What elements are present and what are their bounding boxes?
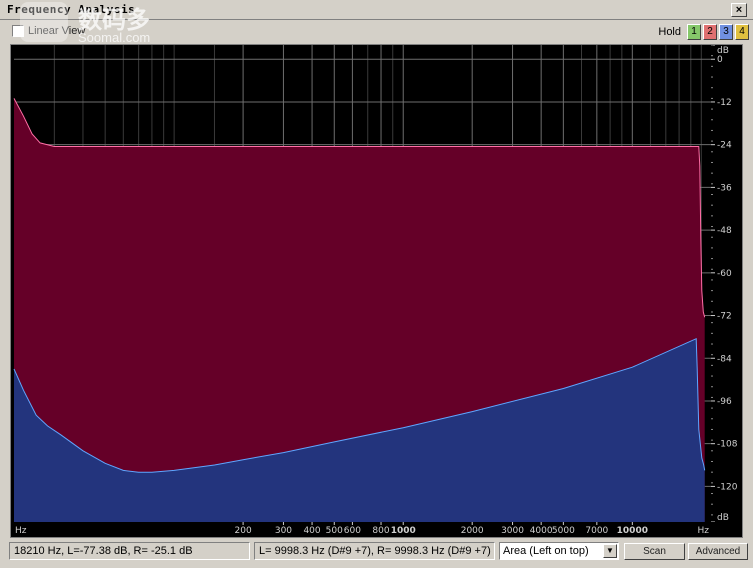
soomal-logo-icon [20, 2, 68, 42]
y-tick-label: -84 [717, 354, 732, 364]
y-tick-label: -24 [717, 141, 732, 151]
x-tick-label: 5000 [552, 526, 575, 536]
chevron-down-icon[interactable]: ▼ [603, 544, 617, 558]
close-button[interactable]: × [731, 3, 747, 17]
close-icon: × [735, 4, 743, 16]
x-tick-label: 1000 [391, 526, 416, 536]
watermark-en: Soomal.com [78, 30, 151, 45]
peak-readout: L= 9998.3 Hz (D#9 +7), R= 9998.3 Hz (D#9… [254, 542, 495, 560]
view-mode-value: Area (Left on top) [503, 545, 589, 557]
x-tick-label: 3000 [501, 526, 524, 536]
y-tick-label: -60 [717, 269, 732, 279]
y-axis-strip [711, 45, 742, 522]
y-tick-label: dB [717, 513, 729, 523]
watermark: 数码多 Soomal.com [20, 0, 170, 46]
spectrum-plot[interactable]: dB 0 -12 -24 -36 -48 -60 -72 -84 -96 -108 -120 dB Hz 2… [10, 44, 743, 538]
x-tick-label: Hz [15, 526, 27, 536]
y-tick-label: -12 [717, 98, 732, 108]
cursor-readout: 18210 Hz, L=-77.38 dB, R= -25.1 dB [9, 542, 250, 560]
x-tick-label: 7000 [585, 526, 608, 536]
x-tick-label: 800 [372, 526, 389, 536]
x-tick-label: 600 [344, 526, 361, 536]
hold-button-3[interactable]: 3 [719, 24, 733, 40]
hold-label: Hold [658, 26, 681, 38]
y-tick-label: 0 [717, 55, 723, 65]
y-tick-label: -72 [717, 312, 732, 322]
hold-button-1[interactable]: 1 [687, 24, 701, 40]
hold-button-4[interactable]: 4 [735, 24, 749, 40]
x-tick-label: 500 [326, 526, 343, 536]
x-tick-label: 10000 [617, 526, 648, 536]
x-tick-label: 300 [275, 526, 292, 536]
status-bar: 18210 Hz, L=-77.38 dB, R= -25.1 dB L= 99… [0, 540, 753, 568]
x-tick-label: 4000 [530, 526, 553, 536]
spectrum-chart: dB0-12-24-36-48-60-72-84-96-108-120dBHz 2… [11, 45, 742, 537]
y-tick-label: -108 [717, 440, 738, 450]
x-tick-label: 200 [235, 526, 252, 536]
x-tick-label: 2000 [461, 526, 484, 536]
y-tick-label: -96 [717, 397, 732, 407]
y-tick-label: -36 [717, 183, 732, 193]
hold-button-2[interactable]: 2 [703, 24, 717, 40]
advanced-button[interactable]: Advanced [688, 543, 748, 560]
x-tick-label: Hz [698, 526, 710, 536]
y-tick-label: -48 [717, 226, 732, 236]
view-mode-select[interactable]: Area (Left on top) ▼ [499, 542, 619, 560]
scan-button[interactable]: Scan [624, 543, 685, 560]
x-tick-label: 400 [303, 526, 320, 536]
y-tick-label: -120 [717, 482, 738, 492]
hold-group: Hold 1 2 3 4 [658, 24, 749, 40]
